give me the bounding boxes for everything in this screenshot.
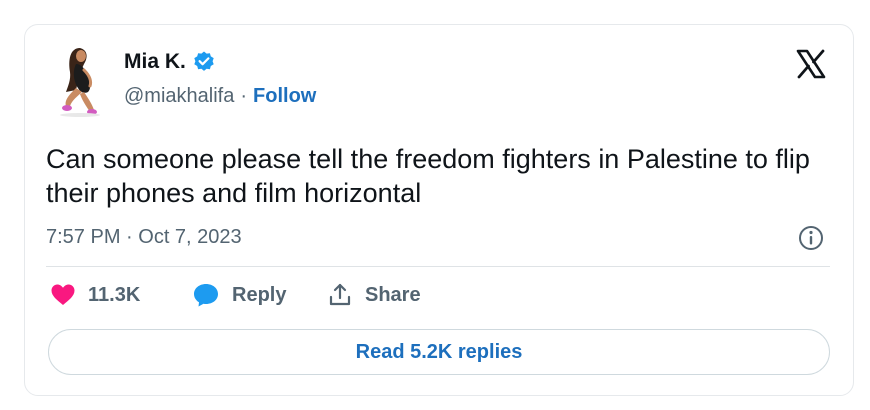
author-handle[interactable]: @miakhalifa (124, 85, 234, 108)
author-name-row: Mia K. (124, 50, 216, 74)
verified-badge-icon (192, 50, 216, 74)
reply-button[interactable]: Reply (192, 282, 327, 308)
author-display-name[interactable]: Mia K. (124, 50, 186, 74)
speech-bubble-icon (192, 282, 220, 308)
heart-icon (50, 283, 76, 307)
author-handle-row: @miakhalifa · Follow (124, 85, 316, 108)
avatar[interactable] (54, 42, 114, 118)
share-label: Share (365, 283, 421, 306)
share-icon (327, 282, 353, 308)
info-icon[interactable] (796, 223, 826, 253)
read-replies-button[interactable]: Read 5.2K replies (48, 329, 830, 375)
handle-separator: · (240, 85, 248, 107)
reply-label: Reply (232, 283, 287, 306)
x-logo-icon[interactable] (795, 48, 827, 80)
divider (46, 266, 830, 267)
share-button[interactable]: Share (327, 282, 421, 308)
follow-button[interactable]: Follow (253, 85, 316, 108)
tweet-text: Can someone please tell the freedom figh… (46, 144, 810, 208)
like-button[interactable]: 11.3K (50, 283, 192, 307)
like-count: 11.3K (88, 283, 141, 306)
tweet-timestamp[interactable]: 7:57 PM · Oct 7, 2023 (46, 226, 242, 249)
action-bar: 11.3K Reply Share (50, 282, 421, 308)
